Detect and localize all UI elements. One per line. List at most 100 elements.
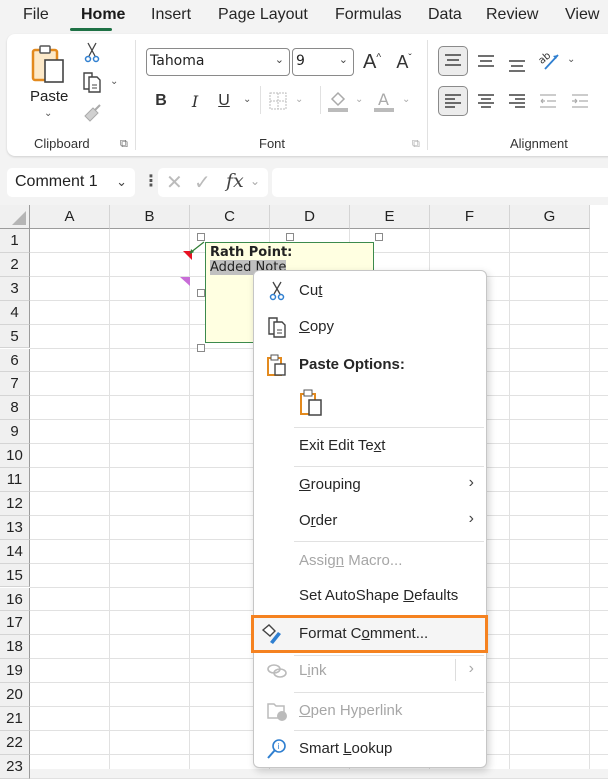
resize-handle[interactable] [375,233,383,241]
italic-button[interactable]: I [185,88,205,114]
row-header-20[interactable]: 20 [0,683,30,707]
font-color-dropdown-chevron[interactable]: ⌄ [402,94,410,105]
column-header-c[interactable]: C [190,205,270,229]
menu-item-link[interactable]: Link › [254,653,486,689]
copy-dropdown-chevron[interactable]: ⌄ [110,76,118,87]
bottom-align-button[interactable] [504,50,530,80]
row-header-13[interactable]: 13 [0,515,30,540]
resize-handle[interactable] [197,344,205,352]
row-header-7[interactable]: 7 [0,372,30,397]
row-header-5[interactable]: 5 [0,324,30,349]
decrease-indent-button[interactable] [535,86,561,116]
middle-align-icon [478,55,494,67]
name-box[interactable]: Comment 1 ⌄ [7,168,135,197]
row-header-12[interactable]: 12 [0,491,30,516]
row-header-23[interactable]: 23 [0,754,30,779]
font-size-combo[interactable]: 9 ⌄ [292,48,354,76]
row-header-4[interactable]: 4 [0,300,30,325]
format-painter-button[interactable] [81,102,103,126]
menu-item-grouping[interactable]: Grouping › [254,467,486,503]
clipboard-launcher-icon[interactable]: ⧉ [120,138,128,151]
row-header-10[interactable]: 10 [0,444,30,468]
row-header-6[interactable]: 6 [0,348,30,373]
paste-dropdown-chevron[interactable]: ⌄ [44,108,52,119]
enter-icon[interactable]: ✓ [194,170,211,195]
borders-dropdown-chevron[interactable]: ⌄ [295,94,303,105]
underline-button[interactable]: U [214,88,234,114]
menu-item-format-comment[interactable]: Format Comment... [251,615,488,653]
resize-handle[interactable] [197,289,205,297]
column-header-f[interactable]: F [430,205,510,229]
font-launcher-icon[interactable]: ⧉ [412,138,420,151]
menu-item-set-autoshape-defaults[interactable]: Set AutoShape Defaults [254,578,486,614]
row-header-11[interactable]: 11 [0,468,30,492]
tab-home[interactable]: Home [81,6,125,24]
decrease-font-size-button[interactable]: Aˇ [391,48,417,76]
top-align-button[interactable] [438,46,468,76]
tab-formulas[interactable]: Formulas [335,6,402,24]
align-left-button[interactable] [438,86,468,116]
row-header-2[interactable]: 2 [0,252,30,277]
select-all-button[interactable] [0,205,30,229]
row-header-19[interactable]: 19 [0,659,30,684]
row-header-14[interactable]: 14 [0,539,30,564]
fill-color-dropdown-chevron[interactable]: ⌄ [355,94,363,105]
formula-input[interactable] [272,168,608,197]
row-header-22[interactable]: 22 [0,730,30,755]
column-header-b[interactable]: B [110,205,190,229]
middle-align-button[interactable] [473,46,499,76]
resize-handle[interactable] [286,233,294,241]
column-header-d[interactable]: D [270,205,350,229]
menu-item-assign-macro[interactable]: Assign Macro... [254,543,486,579]
tab-view[interactable]: View [565,6,599,24]
menu-item-exit-edit-text[interactable]: Exit Edit Text [254,428,486,464]
align-center-button[interactable] [473,86,499,116]
svg-text:A: A [378,90,389,109]
orientation-button[interactable]: ab [535,46,563,74]
menu-item-open-hyperlink[interactable]: Open Hyperlink [254,693,486,729]
menu-item-order[interactable]: Order › [254,503,486,539]
bold-button[interactable]: B [151,88,171,114]
tab-data[interactable]: Data [428,6,462,24]
tab-file[interactable]: File [23,6,49,24]
fill-color-button[interactable] [327,88,349,114]
underline-dropdown-chevron[interactable]: ⌄ [243,94,251,105]
menu-item-smart-lookup[interactable]: i Smart Lookup [254,731,486,767]
resize-handle[interactable] [197,233,205,241]
increase-font-size-button[interactable]: A^ [359,48,385,76]
align-right-button[interactable] [504,86,530,116]
column-header-a[interactable]: A [30,205,110,229]
column-header-e[interactable]: E [350,205,430,229]
cut-button[interactable] [81,40,103,64]
menu-item-label: Smart Lookup [299,740,393,757]
row-header-9[interactable]: 9 [0,420,30,445]
menu-item-copy[interactable]: Copy [254,309,486,345]
tab-insert[interactable]: Insert [151,6,191,24]
font-name-combo[interactable]: Tahoma ⌄ [146,48,290,76]
row-header-17[interactable]: 17 [0,611,30,636]
font-color-button[interactable]: A [373,88,395,114]
menu-item-cut[interactable]: Cut [254,273,486,309]
row-header-15[interactable]: 15 [0,563,30,588]
paste-option-keep-source-button[interactable] [299,388,327,416]
paste-button[interactable] [29,42,69,86]
row-header-18[interactable]: 18 [0,635,30,660]
increase-font-icon: A^ [362,50,382,73]
tab-page-layout[interactable]: Page Layout [218,6,308,24]
column-header-g[interactable]: G [510,205,590,229]
row-header-16[interactable]: 16 [0,587,30,612]
row-header-3[interactable]: 3 [0,276,30,301]
insert-function-button[interactable]: fx [226,170,244,192]
borders-button[interactable] [268,90,288,112]
cancel-icon[interactable]: ✕ [166,170,183,195]
copy-icon [83,72,101,93]
tab-review[interactable]: Review [486,6,538,24]
row-header-1[interactable]: 1 [0,229,30,253]
copy-button[interactable] [79,70,105,94]
more-options-icon[interactable]: ⋮ [143,171,159,191]
orientation-dropdown-chevron[interactable]: ⌄ [567,54,575,65]
row-header-21[interactable]: 21 [0,707,30,731]
increase-indent-button[interactable] [567,86,593,116]
row-header-8[interactable]: 8 [0,396,30,421]
font-name-value: Tahoma [150,53,205,69]
